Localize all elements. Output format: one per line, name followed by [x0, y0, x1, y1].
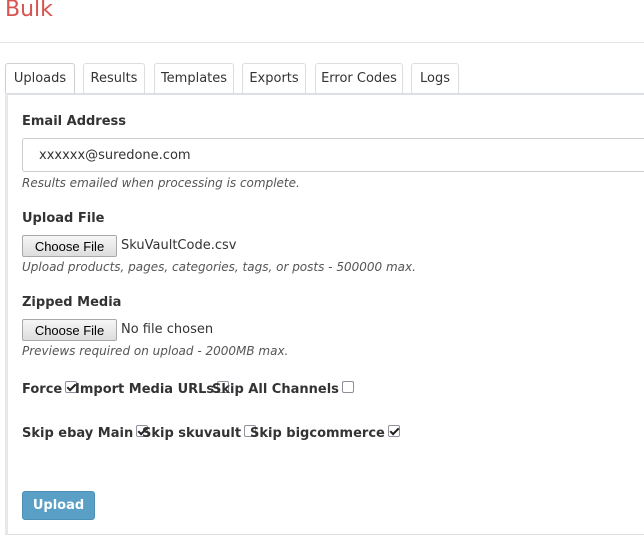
skip-ebay-main-label: Skip ebay Main: [22, 426, 134, 441]
bulk-page: Bulk Uploads Results Templates Exports E…: [0, 0, 644, 538]
skip-skuvault-label: Skip skuvault: [142, 426, 242, 441]
skip-skuvault-option: Skip skuvault: [142, 424, 257, 441]
force-label: Force: [22, 382, 63, 397]
tab-logs[interactable]: Logs: [411, 63, 459, 93]
tab-exports[interactable]: Exports: [242, 63, 306, 93]
skip-bigcommerce-checkbox[interactable]: [387, 424, 400, 437]
skip-all-channels-checkbox[interactable]: [341, 380, 354, 393]
zipped-media-help-text: Previews required on upload - 2000MB max…: [22, 344, 289, 358]
import-media-urls-option: Import Media URLs: [75, 380, 230, 397]
zipped-media-file-name: No file chosen: [121, 322, 214, 337]
email-field[interactable]: [22, 138, 644, 172]
upload-file-label: Upload File: [22, 211, 105, 226]
tab-uploads[interactable]: Uploads: [5, 63, 75, 93]
tab-error-codes[interactable]: Error Codes: [315, 63, 403, 93]
zipped-media-choose-button[interactable]: Choose File: [22, 319, 117, 341]
force-option: Force: [22, 380, 78, 397]
email-help-text: Results emailed when processing is compl…: [22, 176, 300, 190]
skip-bigcommerce-option: Skip bigcommerce: [250, 424, 400, 441]
upload-file-choose-button[interactable]: Choose File: [22, 235, 117, 257]
import-media-urls-label: Import Media URLs: [75, 382, 215, 397]
upload-button[interactable]: Upload: [22, 491, 95, 520]
upload-file-help-text: Upload products, pages, categories, tags…: [22, 260, 416, 274]
skip-all-channels-label: Skip All Channels: [212, 382, 339, 397]
page-title: Bulk: [5, 0, 53, 22]
skip-bigcommerce-label: Skip bigcommerce: [250, 426, 385, 441]
zipped-media-label: Zipped Media: [22, 295, 122, 310]
skip-ebay-main-option: Skip ebay Main: [22, 424, 149, 441]
skip-all-channels-option: Skip All Channels: [212, 380, 354, 397]
tab-results[interactable]: Results: [83, 63, 145, 93]
email-label: Email Address: [22, 114, 127, 129]
upload-file-name: SkuVaultCode.csv: [121, 238, 237, 253]
tab-templates[interactable]: Templates: [154, 63, 234, 93]
header-divider: [0, 42, 644, 43]
